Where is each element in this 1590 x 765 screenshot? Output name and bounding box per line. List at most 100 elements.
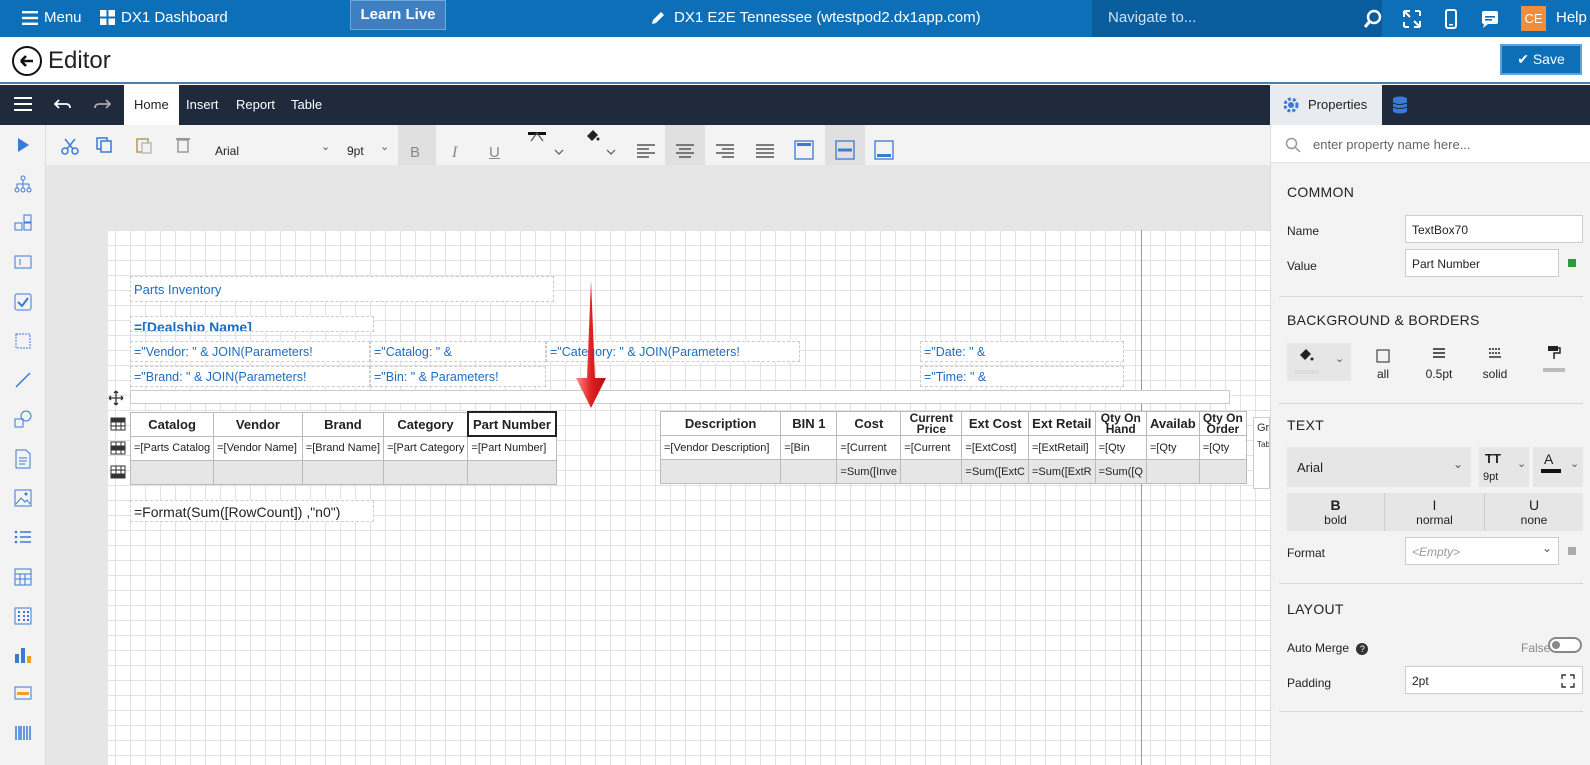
footer-description[interactable] bbox=[659, 459, 782, 484]
redo-icon[interactable] bbox=[93, 97, 111, 111]
header-part-number[interactable]: Part Number bbox=[466, 411, 558, 437]
detail-qty-on-order[interactable]: =[Qty bbox=[1198, 435, 1248, 460]
table-row-handle-icon[interactable] bbox=[110, 464, 126, 480]
align-left-icon[interactable] bbox=[636, 143, 656, 159]
footer-cell[interactable] bbox=[129, 459, 215, 485]
property-search-input[interactable]: enter property name here... bbox=[1271, 125, 1590, 163]
header-available[interactable]: Availab bbox=[1145, 411, 1200, 436]
checkbox-icon[interactable] bbox=[14, 293, 32, 311]
header-category[interactable]: Category bbox=[383, 411, 469, 437]
parts-table-left[interactable]: Catalog Vendor Brand Category Part Numbe… bbox=[129, 411, 558, 485]
image-icon[interactable] bbox=[14, 489, 32, 507]
mobile-icon[interactable] bbox=[1440, 8, 1462, 30]
padding-field[interactable]: 2pt bbox=[1405, 666, 1583, 694]
bold-toggle[interactable]: B bold bbox=[1287, 493, 1385, 531]
detail-part-number[interactable]: =[Part Number] bbox=[467, 435, 557, 461]
database-icon[interactable] bbox=[1392, 96, 1408, 114]
time-textbox[interactable]: ="Time: " & bbox=[920, 366, 1124, 387]
footer-cost[interactable]: =Sum([Inve bbox=[836, 459, 902, 484]
sparkline-icon[interactable] bbox=[14, 686, 32, 700]
trash-icon[interactable] bbox=[175, 136, 191, 154]
search-icon[interactable] bbox=[1362, 8, 1384, 30]
expand-icon[interactable] bbox=[1401, 8, 1423, 30]
align-center-button[interactable] bbox=[665, 125, 705, 165]
value-field[interactable]: Part Number bbox=[1405, 249, 1559, 277]
undo-icon[interactable] bbox=[54, 97, 72, 111]
row-count-textbox[interactable]: =Format(Sum([RowCount]) ,"n0") bbox=[130, 500, 374, 522]
column-handles[interactable] bbox=[130, 390, 1230, 404]
dashboard-link[interactable]: DX1 Dashboard bbox=[100, 9, 228, 26]
border-width-button[interactable]: 0.5pt bbox=[1407, 343, 1471, 381]
footer-qty-on-hand[interactable]: =Sum([Q bbox=[1094, 459, 1147, 484]
font-family-select[interactable]: Arial ⌄ bbox=[1287, 447, 1471, 487]
detail-ext-retail[interactable]: =[ExtRetail] bbox=[1028, 435, 1096, 460]
help-icon[interactable]: ? bbox=[1356, 643, 1369, 655]
expression-indicator[interactable] bbox=[1568, 547, 1576, 555]
user-avatar[interactable]: CE bbox=[1521, 6, 1546, 31]
table-icon[interactable] bbox=[14, 568, 32, 586]
header-brand[interactable]: Brand bbox=[301, 411, 385, 437]
tab-table[interactable]: Table bbox=[291, 97, 322, 112]
header-qty-on-hand[interactable]: Qty On Hand bbox=[1094, 411, 1147, 436]
brand-param-textbox[interactable]: ="Brand: " & JOIN(Parameters! bbox=[130, 366, 370, 387]
expression-indicator[interactable] bbox=[1568, 259, 1576, 267]
footer-cell[interactable] bbox=[467, 459, 557, 485]
move-handle-icon[interactable] bbox=[108, 390, 124, 406]
header-vendor[interactable]: Vendor bbox=[213, 411, 303, 437]
table-row-handle-icon[interactable] bbox=[110, 416, 126, 432]
play-icon[interactable] bbox=[16, 137, 30, 153]
header-catalog[interactable]: Catalog bbox=[129, 411, 215, 437]
textbox-icon[interactable] bbox=[14, 254, 32, 270]
header-ext-cost[interactable]: Ext Cost bbox=[961, 411, 1029, 436]
help-link[interactable]: Help bbox=[1556, 9, 1587, 26]
barcode-icon[interactable] bbox=[14, 725, 32, 741]
italic-button[interactable]: I bbox=[452, 144, 457, 162]
report-title-textbox[interactable]: Parts Inventory bbox=[130, 276, 554, 302]
detail-category[interactable]: =[Part Category bbox=[383, 435, 469, 461]
header-current-price[interactable]: Current Price bbox=[900, 411, 963, 436]
font-color-picker[interactable]: A ⌄ bbox=[1533, 447, 1583, 487]
save-button[interactable]: ✔ Save bbox=[1500, 44, 1582, 75]
tab-home[interactable]: Home bbox=[124, 85, 179, 125]
learn-live-button[interactable]: Learn Live bbox=[350, 0, 446, 30]
border-all-button[interactable]: all bbox=[1351, 343, 1415, 381]
copy-icon[interactable] bbox=[95, 136, 113, 154]
hamburger-icon[interactable] bbox=[14, 96, 32, 112]
underline-button[interactable]: U bbox=[489, 144, 500, 161]
components-icon[interactable] bbox=[14, 214, 32, 232]
header-qty-on-order[interactable]: Qty On Order bbox=[1198, 411, 1248, 436]
chat-icon[interactable] bbox=[1479, 8, 1501, 30]
font-size-select[interactable]: 9pt ⌄ bbox=[342, 137, 394, 158]
detail-bin[interactable]: =[Bin bbox=[780, 435, 838, 460]
detail-vendor[interactable]: =[Vendor Name] bbox=[213, 435, 303, 461]
dealership-textbox[interactable]: =[Dealship Name] bbox=[130, 316, 374, 332]
scissors-icon[interactable] bbox=[60, 137, 80, 155]
format-select[interactable]: <Empty> ⌄ bbox=[1405, 537, 1559, 565]
date-textbox[interactable]: ="Date: " & bbox=[920, 341, 1124, 362]
header-bin[interactable]: BIN 1 bbox=[780, 411, 838, 436]
automerge-toggle[interactable] bbox=[1548, 637, 1582, 653]
footer-cell[interactable] bbox=[213, 459, 303, 485]
expand-icon[interactable] bbox=[1561, 674, 1575, 688]
vendor-param-textbox[interactable]: ="Vendor: " & JOIN(Parameters! bbox=[130, 341, 370, 362]
footer-qty-on-order[interactable] bbox=[1198, 459, 1248, 484]
tab-insert[interactable]: Insert bbox=[186, 97, 219, 112]
footer-available[interactable] bbox=[1145, 459, 1200, 484]
background-color-picker[interactable]: ⌄ bbox=[1287, 343, 1351, 381]
detail-description[interactable]: =[Vendor Description] bbox=[659, 435, 782, 460]
report-page[interactable] bbox=[108, 230, 1270, 765]
detail-current-price[interactable]: =[Current bbox=[900, 435, 963, 460]
shape-icon[interactable] bbox=[14, 410, 32, 428]
align-right-icon[interactable] bbox=[715, 143, 735, 159]
border-color-button[interactable] bbox=[1527, 343, 1583, 381]
fill-color-icon[interactable] bbox=[584, 129, 624, 157]
detail-available[interactable]: =[Qty bbox=[1145, 435, 1200, 460]
line-icon[interactable] bbox=[14, 371, 32, 389]
parts-table-right[interactable]: Description BIN 1 Cost Current Price Ext… bbox=[659, 411, 1248, 484]
tablix-icon[interactable] bbox=[14, 607, 32, 625]
detail-catalog[interactable]: =[Parts Catalog bbox=[129, 435, 215, 461]
bold-button[interactable]: B bbox=[398, 125, 436, 165]
richtext-icon[interactable] bbox=[14, 449, 32, 469]
detail-qty-on-hand[interactable]: =[Qty bbox=[1094, 435, 1147, 460]
underline-toggle[interactable]: U none bbox=[1485, 493, 1583, 531]
